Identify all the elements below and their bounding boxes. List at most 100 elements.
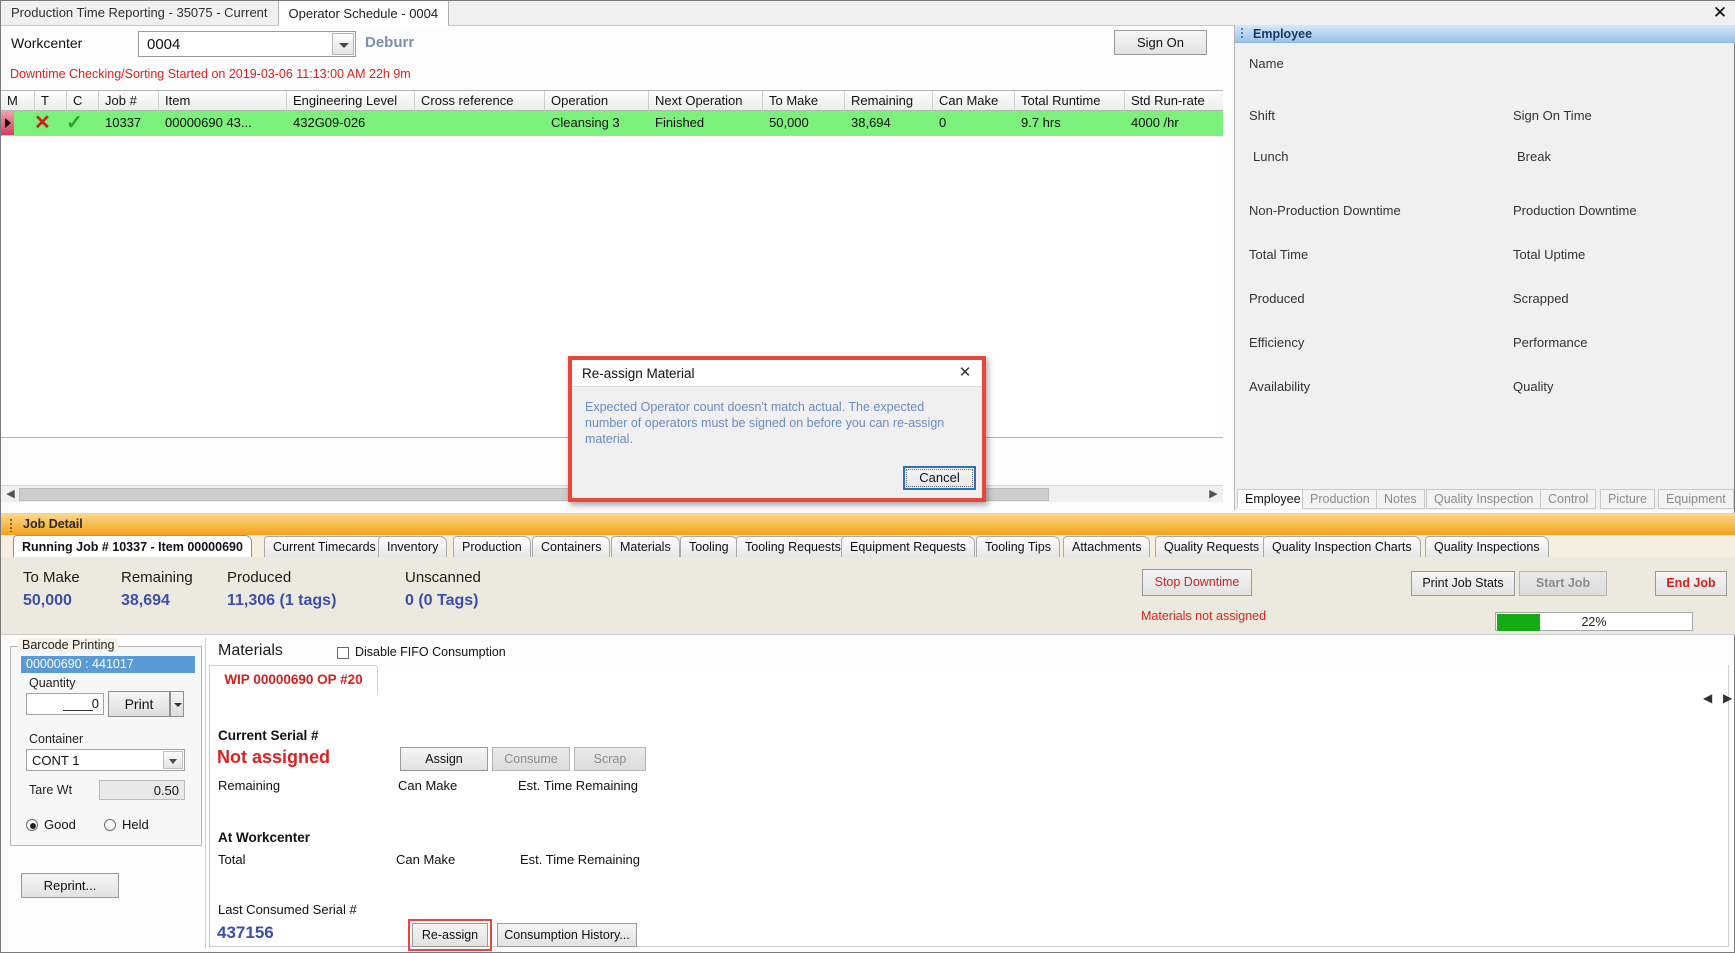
table-row[interactable]: ✕ ✓ 10337 00000690 43... 432G09-026 Clea… (1, 111, 1223, 136)
col-header-job[interactable]: Job # (99, 91, 159, 111)
tare-weight-field: 0.50 (99, 780, 185, 800)
dialog-message: Expected Operator count doesn't match ac… (585, 400, 945, 446)
progress-percent-label: 22% (1581, 615, 1607, 629)
application-window: Production Time Reporting - 35075 - Curr… (0, 0, 1735, 953)
col-header-next-op[interactable]: Next Operation (649, 91, 763, 111)
top-tabstrip: Production Time Reporting - 35075 - Curr… (1, 1, 1735, 26)
start-job-button[interactable]: Start Job (1519, 571, 1607, 596)
tab-containers[interactable]: Containers (532, 536, 611, 557)
col-header-can-make[interactable]: Can Make (933, 91, 1015, 111)
container-value: CONT 1 (32, 753, 80, 768)
chevron-down-icon[interactable] (163, 751, 183, 769)
col-header-remaining[interactable]: Remaining (845, 91, 933, 111)
cell-eng-level: 432G09-026 (293, 115, 366, 130)
stop-downtime-button[interactable]: Stop Downtime (1142, 569, 1252, 596)
employee-field-sign-on-time: Sign On Time (1513, 108, 1592, 123)
tab-tooling[interactable]: Tooling (680, 536, 738, 557)
consumption-history-button[interactable]: Consumption History... (497, 923, 637, 947)
top-tab-production-time-reporting[interactable]: Production Time Reporting - 35075 - Curr… (1, 1, 278, 25)
scrap-button[interactable]: Scrap (574, 747, 646, 771)
col-header-operation[interactable]: Operation (545, 91, 649, 111)
employee-field-break: Break (1517, 149, 1551, 164)
current-serial-value: Not assigned (217, 747, 331, 767)
col-header-t[interactable]: T (35, 91, 67, 111)
tab-current-timecards[interactable]: Current Timecards (264, 536, 385, 557)
col-header-m[interactable]: M (1, 91, 35, 111)
tab-inventory[interactable]: Inventory (378, 536, 448, 557)
tab-running-job[interactable]: Running Job # 10337 - Item 00000690 (13, 535, 252, 558)
cell-can-make: 0 (939, 115, 947, 130)
row-c-check-icon[interactable]: ✓ (66, 110, 83, 135)
remaining-label: Remaining (218, 778, 281, 793)
reassign-material-dialog: Re-assign Material ✕ Expected Operator c… (568, 356, 986, 502)
materials-prev-icon[interactable]: ◀ (1703, 691, 1712, 705)
scroll-left-arrow-icon[interactable]: ◀ (3, 487, 18, 502)
employee-field-performance: Performance (1513, 335, 1588, 350)
cell-operation: Cleansing 3 (551, 115, 620, 130)
tab-notes[interactable]: Notes (1376, 489, 1425, 509)
tab-employee[interactable]: Employee (1237, 489, 1309, 509)
print-job-stats-button[interactable]: Print Job Stats (1411, 571, 1515, 596)
cell-item: 00000690 43... (165, 115, 252, 130)
col-header-runtime[interactable]: Total Runtime (1015, 91, 1125, 111)
panel-divider (205, 638, 206, 948)
tab-quality-inspections[interactable]: Quality Inspections (1425, 536, 1549, 557)
workcenter-description: Deburr (365, 34, 415, 51)
consume-button[interactable]: Consume (492, 747, 570, 771)
top-tab-operator-schedule[interactable]: Operator Schedule - 0004 (277, 1, 450, 26)
employee-field-prod-downtime: Production Downtime (1513, 203, 1637, 218)
checkbox-indicator (337, 647, 349, 659)
materials-wip-tab[interactable]: WIP 00000690 OP #20 (209, 665, 378, 694)
at-wc-can-make-label: Can Make (396, 852, 456, 867)
barcode-printing-legend: Barcode Printing (18, 638, 119, 652)
col-header-c[interactable]: C (67, 91, 99, 111)
tab-equipment-requests[interactable]: Equipment Requests (841, 536, 976, 557)
job-progress-bar: 22% (1495, 612, 1693, 631)
stat-value-unscanned: 0 (0 Tags) (405, 592, 479, 609)
employee-field-scrapped: Scrapped (1513, 291, 1569, 306)
cancel-button[interactable]: Cancel (903, 466, 976, 490)
tab-equipment[interactable]: Equipment (1658, 489, 1734, 509)
quantity-input[interactable]: 0 (26, 693, 104, 715)
downtime-status-message: Downtime Checking/Sorting Started on 201… (10, 67, 411, 81)
cell-next-op: Finished (655, 115, 705, 130)
tab-attachments[interactable]: Attachments (1063, 536, 1151, 557)
print-dropdown-icon[interactable] (170, 691, 184, 717)
sign-on-button[interactable]: Sign On (1114, 30, 1207, 55)
last-consumed-serial-value: 437156 (217, 923, 274, 942)
end-job-button[interactable]: End Job (1655, 571, 1727, 596)
tab-quality-inspection-charts[interactable]: Quality Inspection Charts (1263, 536, 1421, 557)
materials-title: Materials (218, 642, 283, 659)
tab-production[interactable]: Production (453, 536, 531, 557)
chevron-down-icon[interactable] (332, 33, 354, 55)
schedule-grid-header: M T C Job # Item Engineering Level Cross… (1, 90, 1223, 111)
col-header-item[interactable]: Item (159, 91, 287, 111)
tab-quality-inspection[interactable]: Quality Inspection (1426, 489, 1542, 509)
barcode-item-selected[interactable]: 00000690 : 441017 (21, 656, 195, 673)
row-t-cross-icon[interactable]: ✕ (34, 110, 51, 135)
tab-tooling-tips[interactable]: Tooling Tips (976, 536, 1061, 557)
stat-value-produced: 11,306 (1 tags) (227, 592, 337, 609)
tab-picture[interactable]: Picture (1600, 489, 1655, 509)
focus-outline (906, 469, 973, 487)
materials-next-icon[interactable]: ▶ (1723, 691, 1732, 705)
dialog-close-icon[interactable]: ✕ (956, 364, 974, 382)
est-time-remaining-label: Est. Time Remaining (518, 778, 638, 793)
col-header-to-make[interactable]: To Make (763, 91, 845, 111)
col-header-run-rate[interactable]: Std Run-rate (1125, 91, 1223, 111)
tab-production[interactable]: Production (1302, 489, 1378, 509)
assign-button[interactable]: Assign (400, 747, 488, 771)
tab-control[interactable]: Control (1540, 489, 1597, 509)
close-icon[interactable]: ✕ (1710, 3, 1730, 23)
tab-quality-requests[interactable]: Quality Requests (1155, 536, 1269, 557)
col-header-cross-ref[interactable]: Cross reference (415, 91, 545, 111)
tab-tooling-requests[interactable]: Tooling Requests (736, 536, 850, 557)
workcenter-select[interactable]: 0004 (138, 31, 356, 57)
col-header-eng-level[interactable]: Engineering Level (287, 91, 415, 111)
print-button[interactable]: Print (108, 691, 170, 717)
scroll-right-arrow-icon[interactable]: ▶ (1206, 487, 1221, 502)
container-select[interactable]: CONT 1 (26, 749, 185, 771)
reprint-button[interactable]: Reprint... (21, 873, 119, 898)
workcenter-value: 0004 (147, 36, 181, 53)
tab-materials[interactable]: Materials (611, 536, 680, 557)
